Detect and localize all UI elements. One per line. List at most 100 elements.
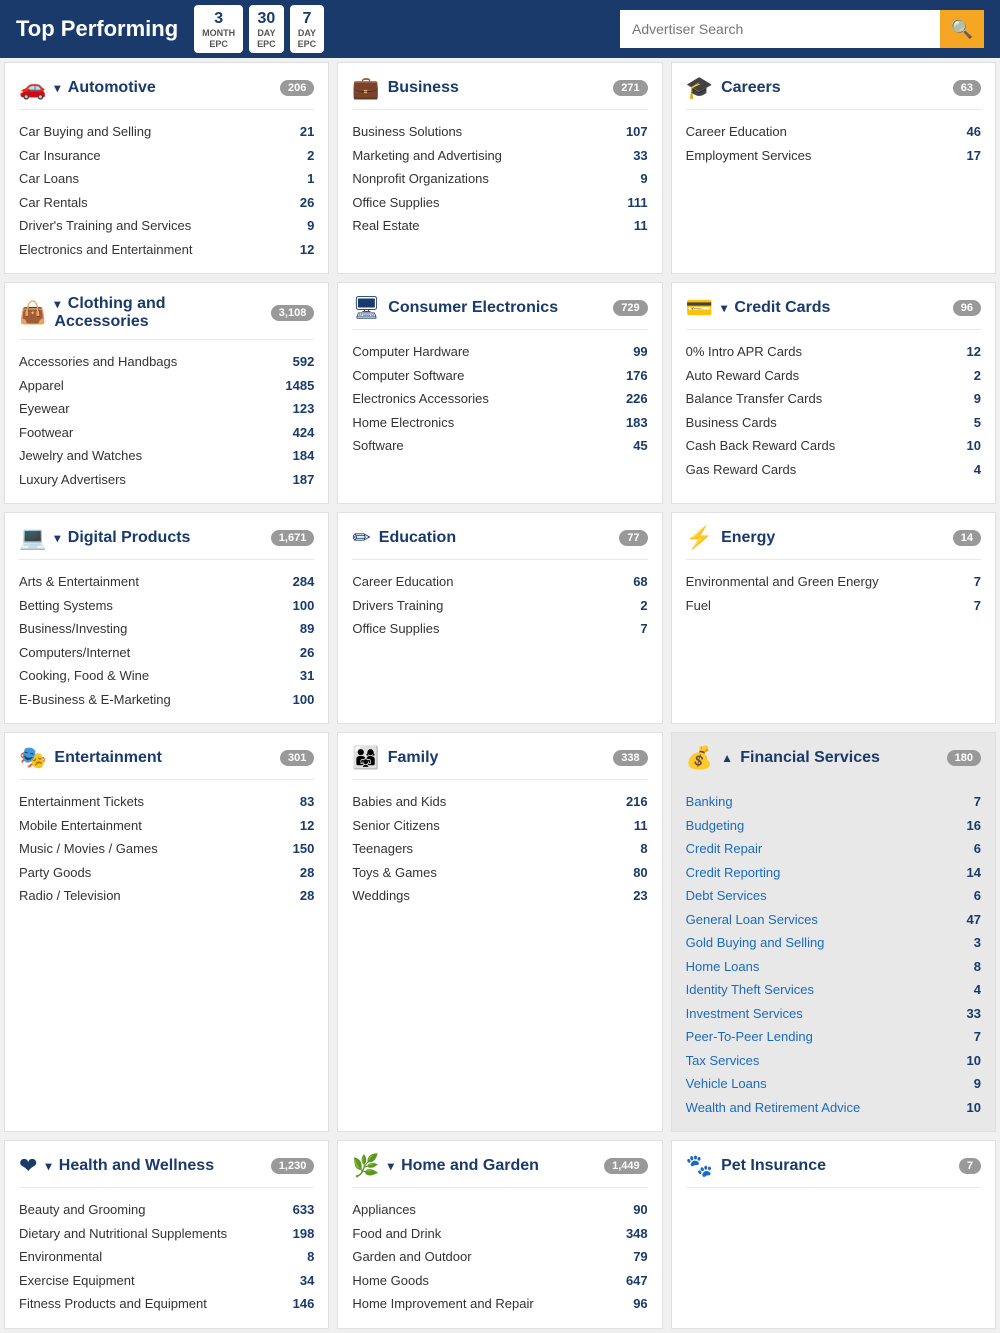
list-item[interactable]: Home Improvement and Repair96 [352, 1292, 647, 1316]
list-item[interactable]: Gas Reward Cards4 [686, 458, 981, 482]
search-input[interactable] [620, 10, 940, 48]
list-item[interactable]: Employment Services17 [686, 144, 981, 168]
list-item[interactable]: Dietary and Nutritional Supplements198 [19, 1222, 314, 1246]
list-item[interactable]: Appliances90 [352, 1198, 647, 1222]
list-item[interactable]: Radio / Television28 [19, 884, 314, 908]
list-item[interactable]: Exercise Equipment34 [19, 1269, 314, 1293]
expand-arrow-automotive[interactable]: ▾ [54, 81, 63, 95]
category-title-pet-insurance[interactable]: Pet Insurance [721, 1157, 951, 1175]
list-item[interactable]: Accessories and Handbags592 [19, 350, 314, 374]
list-item[interactable]: Electronics and Entertainment12 [19, 238, 314, 262]
category-title-automotive[interactable]: ▾ Automotive [54, 79, 272, 97]
list-item[interactable]: Credit Reporting14 [686, 861, 981, 885]
list-item[interactable]: Music / Movies / Games150 [19, 837, 314, 861]
list-item[interactable]: Fitness Products and Equipment146 [19, 1292, 314, 1316]
list-item[interactable]: Computer Software176 [352, 364, 647, 388]
list-item[interactable]: Business Solutions107 [352, 120, 647, 144]
list-item[interactable]: Investment Services33 [686, 1002, 981, 1026]
category-title-education[interactable]: Education [379, 529, 612, 547]
list-item[interactable]: Apparel1485 [19, 374, 314, 398]
expand-arrow-digital-products[interactable]: ▾ [54, 531, 63, 545]
list-item[interactable]: Cooking, Food & Wine31 [19, 664, 314, 688]
category-title-clothing[interactable]: ▾ Clothing and Accessories [54, 295, 262, 331]
category-title-family[interactable]: Family [388, 749, 606, 767]
list-item[interactable]: Office Supplies7 [352, 617, 647, 641]
list-item[interactable]: Weddings23 [352, 884, 647, 908]
list-item[interactable]: Marketing and Advertising33 [352, 144, 647, 168]
list-item[interactable]: Nonprofit Organizations9 [352, 167, 647, 191]
list-item[interactable]: Budgeting16 [686, 814, 981, 838]
list-item[interactable]: Home Goods647 [352, 1269, 647, 1293]
search-button[interactable]: 🔍 [940, 10, 984, 48]
list-item[interactable]: Teenagers8 [352, 837, 647, 861]
list-item[interactable]: Peer-To-Peer Lending7 [686, 1025, 981, 1049]
list-item[interactable]: 0% Intro APR Cards12 [686, 340, 981, 364]
list-item[interactable]: Credit Repair6 [686, 837, 981, 861]
category-title-digital-products[interactable]: ▾ Digital Products [54, 529, 262, 547]
category-title-energy[interactable]: Energy [721, 529, 945, 547]
list-item[interactable]: Vehicle Loans9 [686, 1072, 981, 1096]
list-item[interactable]: Luxury Advertisers187 [19, 468, 314, 492]
list-item[interactable]: Car Insurance2 [19, 144, 314, 168]
list-item[interactable]: Babies and Kids216 [352, 790, 647, 814]
expand-arrow-clothing[interactable]: ▾ [54, 297, 63, 311]
list-item[interactable]: Career Education68 [352, 570, 647, 594]
list-item[interactable]: Eyewear123 [19, 397, 314, 421]
list-item[interactable]: Fuel7 [686, 594, 981, 618]
expand-arrow-credit-cards[interactable]: ▾ [721, 301, 730, 315]
list-item[interactable]: Toys & Games80 [352, 861, 647, 885]
list-item[interactable]: Driver's Training and Services9 [19, 214, 314, 238]
list-item[interactable]: Computers/Internet26 [19, 641, 314, 665]
list-item[interactable]: General Loan Services47 [686, 908, 981, 932]
list-item[interactable]: Betting Systems100 [19, 594, 314, 618]
list-item[interactable]: Car Rentals26 [19, 191, 314, 215]
list-item[interactable]: Senior Citizens11 [352, 814, 647, 838]
list-item[interactable]: Electronics Accessories226 [352, 387, 647, 411]
list-item[interactable]: Banking7 [686, 790, 981, 814]
category-title-business[interactable]: Business [388, 79, 606, 97]
category-title-financial-services[interactable]: ▲ Financial Services [721, 749, 939, 767]
list-item[interactable]: Software45 [352, 434, 647, 458]
list-item[interactable]: Entertainment Tickets83 [19, 790, 314, 814]
category-title-careers[interactable]: Careers [721, 79, 945, 97]
list-item[interactable]: Environmental and Green Energy7 [686, 570, 981, 594]
list-item[interactable]: Debt Services6 [686, 884, 981, 908]
list-item[interactable]: Food and Drink348 [352, 1222, 647, 1246]
list-item[interactable]: Environmental8 [19, 1245, 314, 1269]
list-item[interactable]: Business Cards5 [686, 411, 981, 435]
3-month-epc-button[interactable]: 3 MONTHEPC [194, 5, 243, 54]
category-title-health-wellness[interactable]: ▾ Health and Wellness [45, 1157, 262, 1175]
list-item[interactable]: Car Loans1 [19, 167, 314, 191]
list-item[interactable]: Real Estate11 [352, 214, 647, 238]
list-item[interactable]: Garden and Outdoor79 [352, 1245, 647, 1269]
list-item[interactable]: Drivers Training2 [352, 594, 647, 618]
list-item[interactable]: Business/Investing89 [19, 617, 314, 641]
list-item[interactable]: Jewelry and Watches184 [19, 444, 314, 468]
list-item[interactable]: Identity Theft Services4 [686, 978, 981, 1002]
list-item[interactable]: Cash Back Reward Cards10 [686, 434, 981, 458]
7-day-epc-button[interactable]: 7 DAYEPC [290, 5, 325, 54]
list-item[interactable]: Home Electronics183 [352, 411, 647, 435]
list-item[interactable]: Computer Hardware99 [352, 340, 647, 364]
list-item[interactable]: Mobile Entertainment12 [19, 814, 314, 838]
category-title-entertainment[interactable]: Entertainment [54, 749, 272, 767]
list-item[interactable]: Office Supplies111 [352, 191, 647, 215]
30-day-epc-button[interactable]: 30 DAYEPC [249, 5, 284, 54]
category-title-credit-cards[interactable]: ▾ Credit Cards [721, 299, 945, 317]
list-item[interactable]: Career Education46 [686, 120, 981, 144]
list-item[interactable]: Car Buying and Selling21 [19, 120, 314, 144]
expand-arrow-financial-services[interactable]: ▲ [721, 751, 736, 765]
category-title-consumer-electronics[interactable]: Consumer Electronics [388, 299, 605, 317]
list-item[interactable]: Beauty and Grooming633 [19, 1198, 314, 1222]
list-item[interactable]: Arts & Entertainment284 [19, 570, 314, 594]
list-item[interactable]: Party Goods28 [19, 861, 314, 885]
category-title-home-garden[interactable]: ▾ Home and Garden [388, 1157, 596, 1175]
list-item[interactable]: Gold Buying and Selling3 [686, 931, 981, 955]
list-item[interactable]: Balance Transfer Cards9 [686, 387, 981, 411]
list-item[interactable]: Home Loans8 [686, 955, 981, 979]
list-item[interactable]: E-Business & E-Marketing100 [19, 688, 314, 712]
list-item[interactable]: Auto Reward Cards2 [686, 364, 981, 388]
list-item[interactable]: Wealth and Retirement Advice10 [686, 1096, 981, 1120]
expand-arrow-home-garden[interactable]: ▾ [388, 1159, 397, 1173]
expand-arrow-health-wellness[interactable]: ▾ [45, 1159, 54, 1173]
